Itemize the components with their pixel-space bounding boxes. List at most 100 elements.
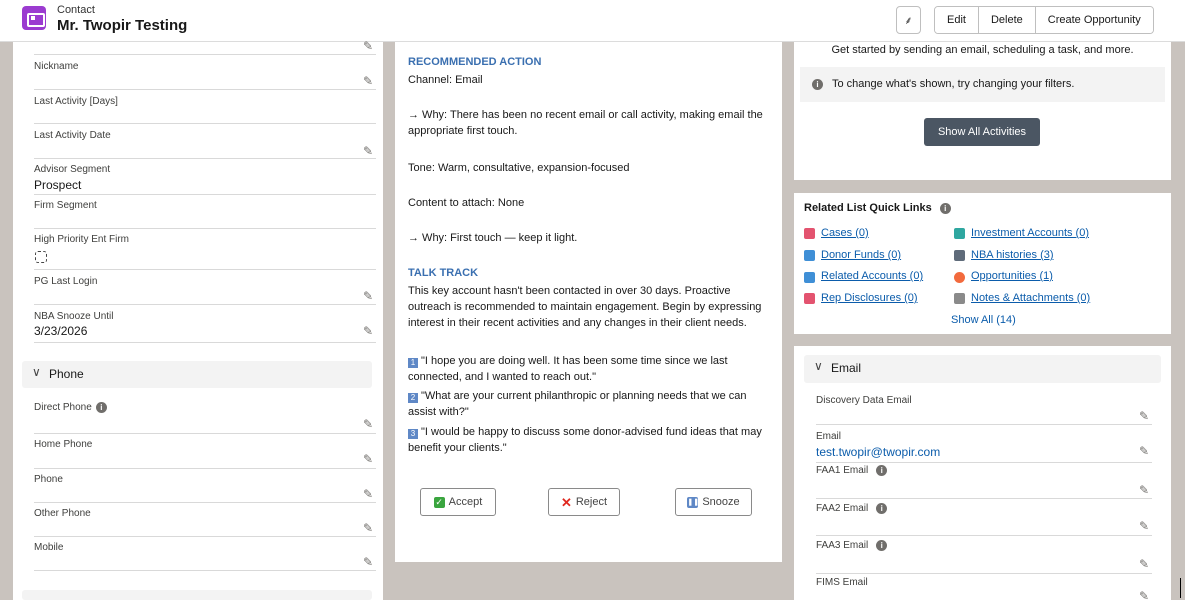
chevron-down-icon: ∨ (814, 359, 823, 373)
edit-pencil-icon[interactable] (363, 487, 374, 501)
investment-accounts-icon (954, 228, 965, 239)
show-all-activities-button[interactable]: Show All Activities (924, 118, 1040, 146)
tone-text: Tone: Warm, consultative, expansion-focu… (408, 162, 630, 174)
edit-pencil-icon[interactable] (363, 521, 374, 535)
recommendation-card: RECOMMENDED ACTION Channel: Email → Why:… (395, 42, 782, 562)
talk-track-body: This key account hasn't been contacted i… (408, 285, 762, 329)
activity-card: Get started by sending an email, schedul… (794, 42, 1171, 180)
link-related-accounts[interactable]: Related Accounts (0) (821, 270, 923, 282)
edit-pencil-icon[interactable] (1139, 519, 1150, 533)
number-badge-icon: 1 (408, 358, 418, 368)
phone-section-header[interactable]: ∨ Phone (22, 361, 372, 388)
field-value: 3/23/2026 (34, 324, 88, 338)
field-label: Email (816, 431, 842, 442)
quick-links-title-text: Related List Quick Links (804, 202, 932, 214)
field-label: Direct Phone (34, 402, 92, 414)
info-icon[interactable]: i (876, 465, 888, 476)
link-nba-histories[interactable]: NBA histories (3) (971, 249, 1054, 261)
edit-pencil-icon[interactable] (1139, 444, 1150, 458)
field-value: Prospect (34, 178, 82, 192)
info-icon[interactable]: i (876, 540, 888, 551)
content-text: Content to attach: None (408, 197, 525, 209)
quote-text: "What are your current philanthropic or … (408, 390, 747, 418)
next-section-header[interactable] (22, 590, 372, 600)
field-label: Phone (34, 474, 63, 485)
field-label: NBA Snooze Until (34, 311, 114, 322)
edit-pencil-icon[interactable] (1139, 589, 1150, 600)
edit-pencil-icon[interactable] (363, 417, 374, 431)
filter-note-text: To change what's shown, try changing you… (832, 78, 1075, 90)
edit-pencil-icon[interactable] (1139, 483, 1150, 497)
field-top-partial (34, 39, 376, 55)
show-all-links[interactable]: Show All (14) (951, 314, 1016, 326)
channel-text: Channel: Email (408, 74, 483, 86)
email-section-header[interactable]: ∨ Email (804, 355, 1161, 383)
number-badge-icon: 3 (408, 429, 418, 439)
accept-button[interactable]: ✓ Accept (420, 488, 496, 516)
snooze-button[interactable]: ❚❚ Snooze (675, 488, 752, 516)
activity-prompt: Get started by sending an email, schedul… (831, 44, 1134, 56)
link-opportunities[interactable]: Opportunities (1) (971, 270, 1053, 282)
talk-track-heading: TALK TRACK (408, 267, 479, 279)
field-fims-email: FIMS Email (816, 574, 1152, 600)
field-label: FAA3 Email (816, 540, 869, 552)
opportunities-icon (954, 272, 965, 283)
section-title: Phone (49, 367, 84, 381)
info-icon[interactable]: i (95, 402, 107, 413)
checkbox-icon (35, 251, 47, 263)
email-link[interactable]: test.twopir@twopir.com (816, 445, 940, 459)
field-mobile: Mobile (34, 537, 376, 571)
donor-funds-icon (804, 250, 815, 261)
edit-pencil-icon[interactable] (1139, 557, 1150, 571)
field-advisor-segment: Advisor Segment Prospect (34, 159, 376, 195)
link-notes-attachments[interactable]: Notes & Attachments (0) (971, 292, 1090, 304)
field-label-wrap: FAA3 Email i (816, 540, 888, 552)
email-card: ∨ Email Discovery Data Email Email test.… (794, 346, 1171, 600)
why-text: → Why: There has been no recent email or… (408, 109, 763, 137)
edit-pencil-icon[interactable] (363, 452, 374, 466)
field-label: Other Phone (34, 508, 91, 519)
link-rep-disclosures[interactable]: Rep Disclosures (0) (821, 292, 918, 304)
info-icon[interactable]: i (876, 503, 888, 514)
field-direct-phone: Direct Phone i (34, 397, 376, 434)
delete-button[interactable]: Delete (978, 7, 1036, 33)
edit-pencil-icon[interactable] (363, 144, 374, 158)
edit-pencil-icon[interactable] (363, 74, 374, 88)
create-opportunity-button[interactable]: Create Opportunity (1035, 7, 1153, 33)
link-cases[interactable]: Cases (0) (821, 227, 869, 239)
field-last-activity-date: Last Activity Date (34, 124, 376, 159)
link-donor-funds[interactable]: Donor Funds (0) (821, 249, 901, 261)
nba-histories-icon (954, 250, 965, 261)
action-button-group: Edit Delete Create Opportunity (934, 6, 1154, 34)
field-high-priority-ent-firm: High Priority Ent Firm (34, 229, 376, 270)
link-investment-accounts[interactable]: Investment Accounts (0) (971, 227, 1089, 239)
edit-pencil-icon[interactable] (1139, 409, 1150, 423)
rep-disclosures-icon (804, 293, 815, 304)
edit-pencil-icon[interactable] (363, 39, 374, 53)
reject-button[interactable]: ✕ Reject (548, 488, 620, 516)
check-icon: ✓ (433, 496, 445, 508)
field-phone: Phone (34, 469, 376, 503)
related-accounts-icon (804, 272, 815, 283)
edit-pencil-icon[interactable] (363, 289, 374, 303)
edit-pencil-icon[interactable] (363, 555, 374, 569)
quote-item: 3 "I would be happy to discuss some donor… (408, 424, 768, 456)
quote-text: "I would be happy to discuss some donor-… (408, 426, 762, 454)
field-faa2-email: FAA2 Email i (816, 499, 1152, 536)
edit-button[interactable]: Edit (935, 7, 979, 33)
details-panel: Nickname Last Activity [Days] Last Activ… (13, 39, 383, 600)
field-label-wrap: FAA2 Email i (816, 503, 888, 514)
field-label: Nickname (34, 61, 79, 72)
chevron-down-icon: ∨ (32, 365, 41, 379)
edit-pencil-icon[interactable] (363, 324, 374, 338)
field-firm-segment: Firm Segment (34, 195, 376, 229)
pause-icon: ❚❚ (687, 496, 700, 508)
field-label: Last Activity Date (34, 130, 111, 141)
quote-item: 2 "What are your current philanthropic or… (408, 388, 768, 420)
info-icon[interactable]: i (939, 202, 951, 214)
hierarchy-icon: ⸙ (904, 14, 913, 27)
field-label: Advisor Segment (34, 164, 111, 175)
field-nickname: Nickname (34, 55, 376, 90)
field-label: Last Activity [Days] (34, 96, 118, 107)
hierarchy-button[interactable]: ⸙ (896, 6, 921, 34)
